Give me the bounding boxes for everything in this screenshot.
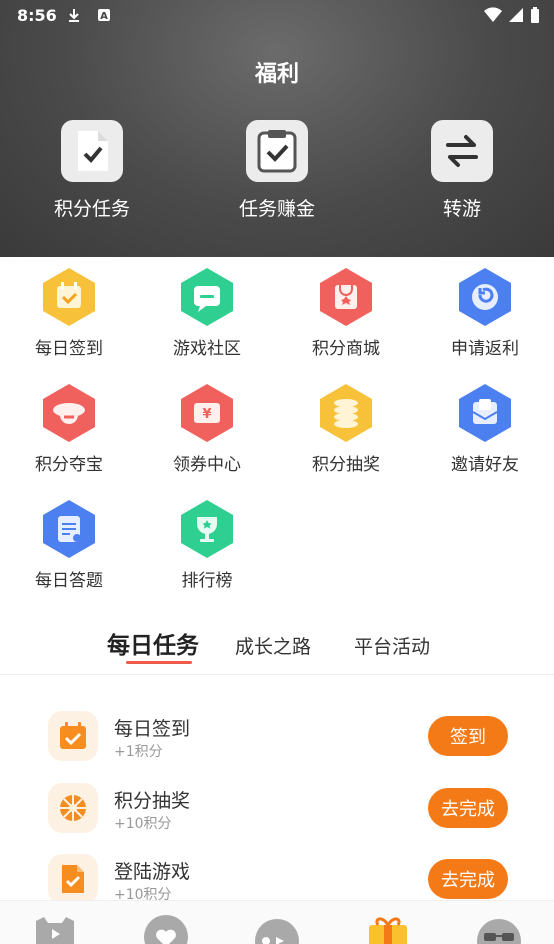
nav-gift[interactable] (365, 915, 411, 944)
document-check-icon (61, 120, 123, 182)
quiz-icon (40, 498, 98, 560)
grid-item-points-treasure[interactable]: 积分夺宝 (0, 382, 138, 475)
grid-label: 邀请好友 (451, 455, 519, 475)
task-row: 每日签到 +1积分 签到 (0, 711, 554, 769)
points-task-button[interactable]: 积分任务 (32, 120, 152, 221)
transfer-game-button[interactable]: 转游 (402, 120, 522, 221)
nav-controller[interactable] (254, 915, 300, 944)
status-bar: 8:56 A (0, 0, 554, 32)
glasses-icon (477, 919, 521, 944)
trophy-icon (178, 498, 236, 560)
grid-item-points-lottery[interactable]: 积分抽奖 (277, 382, 415, 475)
signal-icon (509, 8, 523, 22)
coupon-icon: ¥ (178, 382, 236, 444)
tab-growth-path[interactable]: 成长之路 (235, 632, 311, 659)
treasure-icon (40, 382, 98, 444)
task-tabs: 每日任务 成长之路 平台活动 (0, 626, 554, 672)
grid-label: 积分抽奖 (312, 455, 380, 475)
grid-label: 申请返利 (451, 339, 519, 359)
grid-item-invite-friends[interactable]: 邀请好友 (416, 382, 554, 475)
download-icon (69, 9, 79, 22)
grid-label: 积分商城 (312, 339, 380, 359)
grid-item-points-mall[interactable]: 积分商城 (277, 266, 415, 359)
grid-item-game-community[interactable]: 游戏社区 (138, 266, 276, 359)
gift-icon (369, 917, 407, 944)
nav-game[interactable] (32, 915, 78, 944)
header: 8:56 A 福利 积分任务 任务赚金 转游 (0, 0, 554, 257)
invite-icon (456, 382, 514, 444)
calendar-icon (40, 266, 98, 328)
grid-item-leaderboard[interactable]: 排行榜 (138, 498, 276, 591)
game-icon (36, 917, 74, 944)
swap-arrows-icon (431, 120, 493, 182)
svg-text:¥: ¥ (202, 407, 211, 422)
controller-icon (255, 919, 299, 944)
task-title: 登陆游戏 (114, 861, 191, 883)
clipboard-check-icon (246, 120, 308, 182)
active-tab-indicator (126, 661, 192, 664)
task-title: 每日签到 (114, 718, 191, 740)
grid-label: 积分夺宝 (35, 455, 103, 475)
status-time: 8:56 (17, 6, 57, 25)
login-game-complete-button[interactable]: 去完成 (428, 859, 508, 899)
task-reward: +1积分 (114, 744, 163, 760)
svg-text:A: A (100, 11, 108, 22)
grid-label: 领券中心 (173, 455, 241, 475)
doc-check-icon (48, 854, 98, 904)
task-row: 积分抽奖 +10积分 去完成 (0, 783, 554, 841)
task-reward: +10积分 (114, 816, 172, 832)
shop-icon (317, 266, 375, 328)
grid-label: 排行榜 (181, 571, 233, 591)
battery-icon (531, 7, 539, 23)
earn-gold-button[interactable]: 任务赚金 (217, 120, 337, 221)
grid-label: 每日答题 (35, 571, 103, 591)
checkin-button[interactable]: 签到 (428, 716, 508, 756)
transfer-game-label: 转游 (442, 198, 481, 220)
heart-icon (144, 915, 188, 944)
wifi-icon (484, 7, 502, 23)
grid-item-apply-rebate[interactable]: 申请返利 (416, 266, 554, 359)
earn-gold-label: 任务赚金 (238, 198, 315, 220)
grid-item-daily-checkin[interactable]: 每日签到 (0, 266, 138, 359)
points-task-label: 积分任务 (53, 198, 130, 220)
grid-item-coupon-center[interactable]: ¥ 领券中心 (138, 382, 276, 475)
nav-favorites[interactable] (143, 915, 189, 944)
chat-icon (178, 266, 236, 328)
coins-icon (317, 382, 375, 444)
calendar-check-icon (48, 711, 98, 761)
grid-label: 游戏社区 (173, 339, 241, 359)
wheel-icon (48, 783, 98, 833)
grid-item-daily-quiz[interactable]: 每日答题 (0, 498, 138, 591)
tab-platform-events[interactable]: 平台活动 (354, 632, 430, 659)
grid-label: 每日签到 (35, 339, 103, 359)
refresh-icon (456, 266, 514, 328)
lottery-complete-button[interactable]: 去完成 (428, 788, 508, 828)
a-icon: A (98, 9, 110, 22)
task-title: 积分抽奖 (114, 790, 191, 812)
tab-daily-tasks[interactable]: 每日任务 (107, 626, 199, 660)
divider (0, 674, 554, 675)
bottom-nav (0, 900, 554, 944)
page-title: 福利 (254, 62, 299, 87)
nav-profile[interactable] (476, 915, 522, 944)
